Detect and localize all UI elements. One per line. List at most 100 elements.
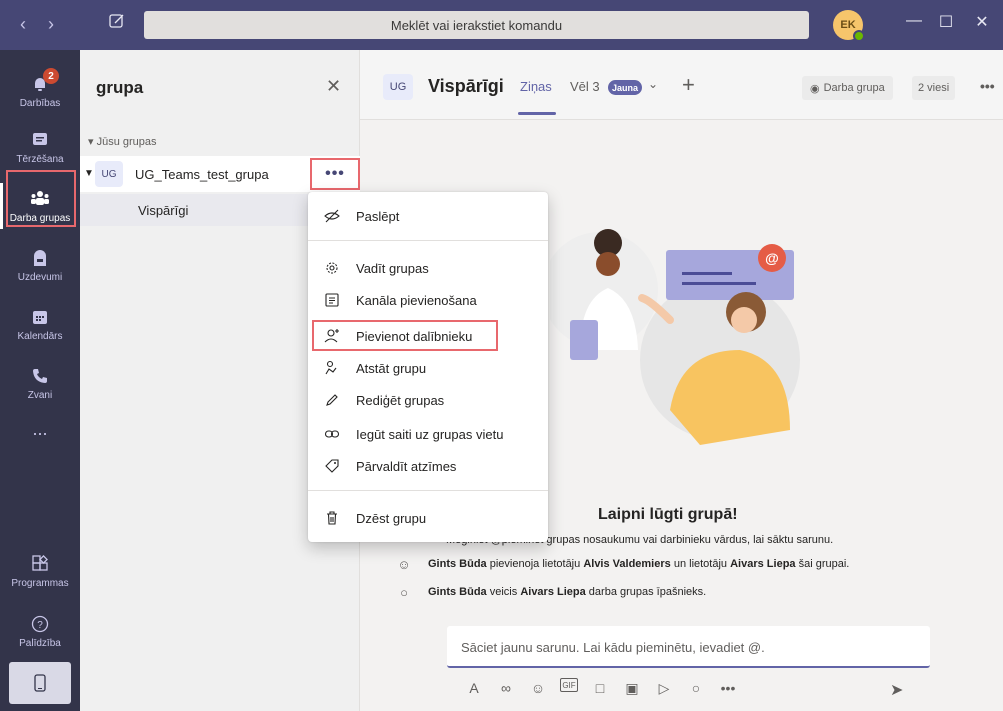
new-chat-icon[interactable] bbox=[108, 12, 130, 34]
rail-label: Palīdzība bbox=[19, 638, 61, 649]
history-nav: ‹ › bbox=[20, 14, 54, 35]
team-options-menu: Paslēpt Vadīt grupas Kanāla pievienošana… bbox=[308, 192, 548, 542]
team-name: UG_Teams_test_grupa bbox=[135, 167, 269, 182]
activity-text: darba grupas īpašnieks. bbox=[588, 586, 707, 598]
rail-item-chat[interactable]: Tērzēšana bbox=[0, 116, 80, 178]
attach-icon[interactable]: ∞ bbox=[496, 678, 516, 698]
menu-item-label: Kanāla pievienošana bbox=[356, 292, 477, 308]
chat-icon bbox=[29, 129, 51, 151]
team-avatar: UG bbox=[383, 74, 413, 100]
mobile-device-icon[interactable] bbox=[9, 662, 71, 704]
compose-input[interactable]: Sāciet jaunu sarunu. Lai kādu pieminētu,… bbox=[447, 626, 930, 668]
menu-item-add-channel[interactable]: Kanāla pievienošana bbox=[308, 284, 548, 316]
activity-text: šai grupai. bbox=[798, 558, 850, 570]
emoji-icon[interactable]: ☺ bbox=[528, 678, 548, 698]
menu-item-manage-tags[interactable]: Pārvaldīt atzīmes bbox=[308, 450, 548, 482]
activity-text: un lietotāju bbox=[673, 558, 728, 570]
gif-icon[interactable]: GIF bbox=[560, 678, 578, 692]
guests-button[interactable]: 2 viesi bbox=[912, 76, 956, 100]
maximize-button[interactable]: ☐ bbox=[934, 12, 958, 32]
avatar[interactable]: EK bbox=[833, 10, 865, 42]
award-icon: ○ bbox=[400, 584, 408, 600]
rail-label: Darbības bbox=[19, 98, 61, 109]
app-rail: Darbības 2 Tērzēšana Darba grupas Uzdevu… bbox=[0, 50, 80, 711]
team-row[interactable]: ▼ UG UG_Teams_test_grupa ••• bbox=[80, 156, 360, 192]
search-input[interactable]: Meklēt vai ierakstiet komandu bbox=[144, 11, 809, 39]
menu-item-label: Dzēst grupu bbox=[356, 510, 427, 526]
rail-item-activity[interactable]: Darbības 2 bbox=[0, 60, 80, 122]
menu-item-edit-team[interactable]: Rediģēt grupas bbox=[308, 384, 548, 416]
menu-item-label: Paslēpt bbox=[356, 208, 400, 224]
menu-item-label: Vadīt grupas bbox=[356, 260, 429, 276]
activity-person: Aivars Liepa bbox=[520, 586, 586, 598]
forward-arrow-icon[interactable]: › bbox=[48, 14, 54, 35]
meet-now-icon[interactable]: ▣ bbox=[622, 678, 642, 698]
more-icon[interactable]: ••• bbox=[980, 78, 995, 94]
chevron-down-icon[interactable]: ▼ bbox=[84, 168, 94, 179]
team-button-label: Darba grupa bbox=[823, 82, 885, 94]
more-icon[interactable]: ••• bbox=[718, 678, 738, 698]
chevron-down-icon[interactable]: ⌄ bbox=[648, 77, 658, 91]
compose-toolbar: A ∞ ☺ GIF □ ▣ ▷ ○ ••• bbox=[464, 678, 738, 698]
format-icon[interactable]: A bbox=[464, 678, 484, 698]
rail-item-assignments[interactable]: Uzdevumi bbox=[0, 234, 80, 296]
back-arrow-icon[interactable]: ‹ bbox=[20, 14, 26, 35]
add-tab-icon[interactable]: + bbox=[682, 72, 695, 98]
backpack-icon bbox=[29, 247, 51, 269]
presence-available-icon bbox=[853, 30, 865, 42]
menu-item-label: Pārvaldīt atzīmes bbox=[356, 458, 457, 474]
rail-label: Uzdevumi bbox=[17, 272, 63, 283]
close-filter-icon[interactable]: ✕ bbox=[326, 76, 341, 97]
section-header[interactable]: ▾ Jūsu grupas bbox=[88, 135, 157, 148]
menu-item-label: Iegūt saiti uz grupas vietu bbox=[356, 426, 504, 442]
sticker-icon[interactable]: □ bbox=[590, 678, 610, 698]
link-icon bbox=[322, 426, 342, 442]
gear-icon bbox=[322, 260, 342, 276]
phone-icon bbox=[29, 365, 51, 387]
activity-item: ☺ Gints Būda pievienoja lietotāju Alvis … bbox=[396, 556, 849, 572]
avatar-initials: EK bbox=[840, 19, 856, 31]
menu-item-manage-team[interactable]: Vadīt grupas bbox=[308, 252, 548, 284]
rail-item-apps[interactable]: Programmas bbox=[0, 540, 80, 602]
active-tab-indicator bbox=[518, 112, 556, 115]
rail-label: Tērzēšana bbox=[16, 154, 64, 165]
more-options-button[interactable]: ••• bbox=[310, 158, 360, 190]
apps-icon bbox=[29, 553, 51, 575]
menu-item-label: Atstāt grupu bbox=[356, 360, 427, 376]
leave-icon bbox=[322, 360, 342, 376]
activity-person: Aivars Liepa bbox=[730, 558, 796, 570]
notification-badge: 2 bbox=[43, 68, 59, 84]
panel-title: grupa bbox=[96, 78, 144, 97]
svg-text:@: @ bbox=[765, 250, 779, 266]
add-channel-icon bbox=[322, 292, 342, 308]
menu-item-hide[interactable]: Paslēpt bbox=[308, 200, 548, 232]
add-person-icon: ☺ bbox=[397, 556, 411, 572]
close-button[interactable]: ✕ bbox=[970, 12, 994, 32]
more-icon: ... bbox=[32, 418, 48, 439]
praise-icon[interactable]: ○ bbox=[686, 678, 706, 698]
new-badge: Jauna bbox=[608, 80, 643, 95]
menu-item-get-link[interactable]: Iegūt saiti uz grupas vietu bbox=[308, 418, 548, 450]
rail-item-help[interactable]: ? Palīdzība bbox=[0, 600, 80, 662]
welcome-illustration: @ bbox=[550, 229, 800, 445]
highlight-frame bbox=[6, 170, 76, 227]
section-label: Jūsu grupas bbox=[96, 136, 157, 148]
team-button[interactable]: ◉ Darba grupa bbox=[802, 76, 893, 100]
stream-icon[interactable]: ▷ bbox=[654, 678, 674, 698]
rail-item-calendar[interactable]: Kalendārs bbox=[0, 293, 80, 355]
minimize-button[interactable]: — bbox=[902, 12, 926, 30]
more-apps-button[interactable]: ... bbox=[0, 398, 80, 460]
channel-header: UG Vispārīgi Ziņas Vēl 3 Jauna ⌄ + ◉ Dar… bbox=[360, 50, 1003, 120]
tab-more[interactable]: Vēl 3 bbox=[570, 79, 600, 94]
trash-icon bbox=[322, 510, 342, 526]
rail-label: Kalendārs bbox=[17, 331, 63, 342]
tab-posts[interactable]: Ziņas bbox=[520, 79, 552, 94]
menu-item-leave-team[interactable]: Atstāt grupu bbox=[308, 352, 548, 384]
channel-title: Vispārīgi bbox=[428, 76, 504, 96]
eye-icon: ◉ bbox=[810, 82, 820, 95]
send-icon[interactable]: ➤ bbox=[890, 680, 903, 700]
rail-label: Programmas bbox=[11, 578, 69, 589]
menu-item-delete-team[interactable]: Dzēst grupu bbox=[308, 502, 548, 534]
menu-item-label: Rediģēt grupas bbox=[356, 392, 445, 408]
activity-text: veicis bbox=[489, 586, 518, 598]
